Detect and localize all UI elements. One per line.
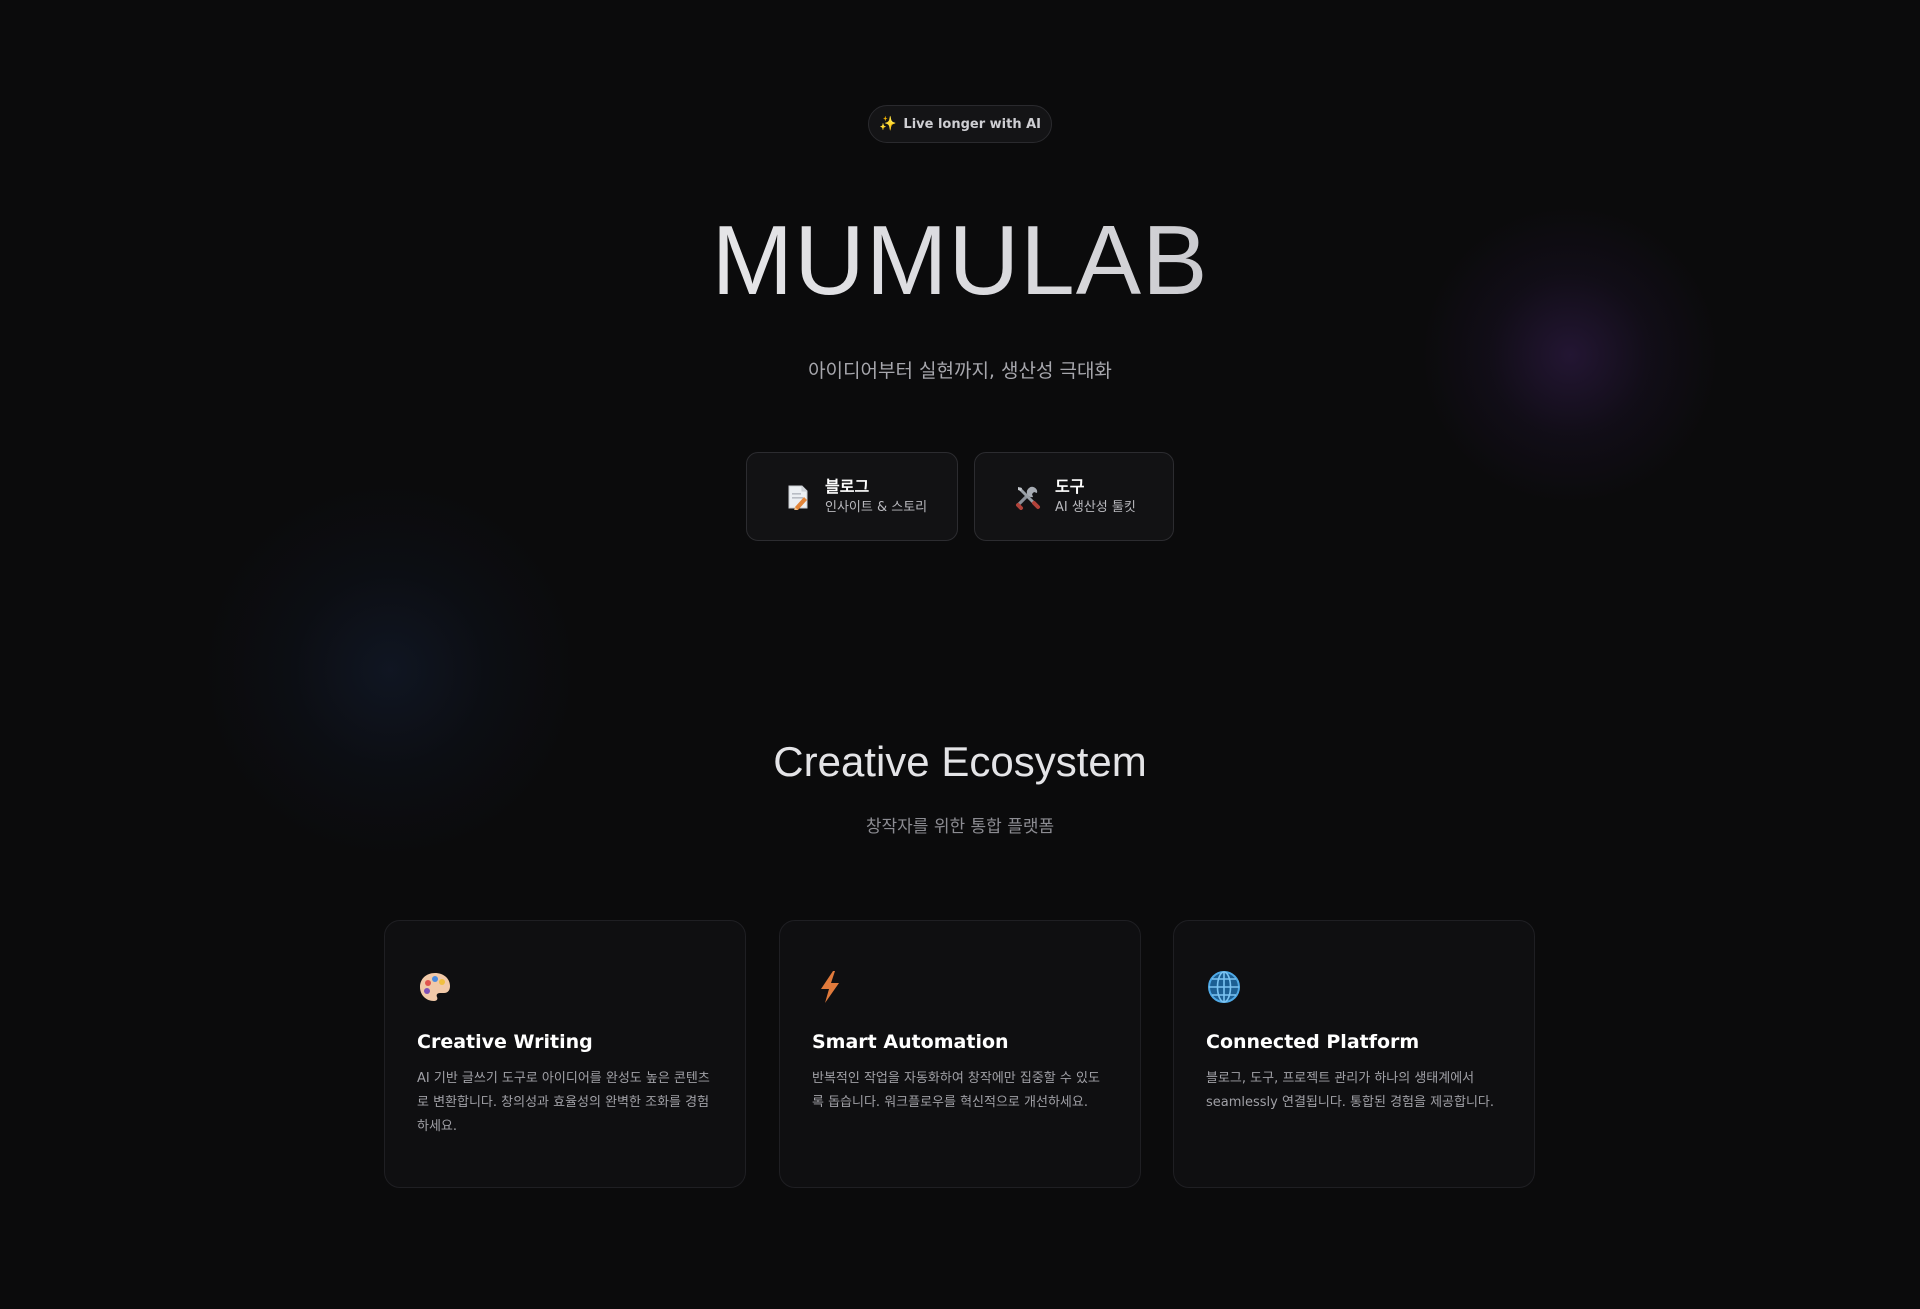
blog-button-subtitle: 인사이트 & 스토리 bbox=[825, 499, 928, 515]
ecosystem-title: Creative Ecosystem bbox=[773, 738, 1147, 785]
card-title: Smart Automation bbox=[812, 1031, 1009, 1053]
hero-tagline: 아이디어부터 실현까지, 생산성 극대화 bbox=[808, 360, 1112, 382]
brand-title: MUMULAB bbox=[0, 195, 1920, 325]
tools-button[interactable]: 도구 AI 생산성 툴킷 bbox=[974, 452, 1174, 541]
document-icon bbox=[785, 484, 811, 510]
tools-icon bbox=[1015, 484, 1041, 510]
ecosystem-subtitle: 창작자를 위한 통합 플랫폼 bbox=[865, 817, 1055, 837]
blog-button[interactable]: 블로그 인사이트 & 스토리 bbox=[746, 452, 958, 541]
palette-icon bbox=[417, 969, 453, 1005]
card-title: Connected Platform bbox=[1206, 1031, 1420, 1053]
badge-label: Live longer with AI bbox=[903, 116, 1042, 132]
card-description: 블로그, 도구, 프로젝트 관리가 하나의 생태계에서 seamlessly 연… bbox=[1206, 1071, 1495, 1110]
globe-icon bbox=[1206, 969, 1242, 1005]
tools-button-subtitle: AI 생산성 툴킷 bbox=[1055, 499, 1136, 515]
blog-button-title: 블로그 bbox=[825, 476, 870, 496]
sparkle-icon: ✨ bbox=[878, 116, 897, 132]
feature-card-connected-platform: Connected Platform 블로그, 도구, 프로젝트 관리가 하나의… bbox=[1173, 920, 1535, 1188]
feature-card-creative-writing: Creative Writing AI 기반 글쓰기 도구로 아이디어를 완성도… bbox=[384, 920, 746, 1188]
tools-button-title: 도구 bbox=[1055, 476, 1085, 496]
blue-glow-decoration bbox=[200, 480, 580, 860]
card-description: 반복적인 작업을 자동화하여 창작에만 집중할 수 있도록 돕습니다. 워크플로… bbox=[812, 1071, 1100, 1110]
page: ✨ Live longer with AI MUMULAB 아이디어부터 실현까… bbox=[0, 0, 1920, 1309]
badge-pill: ✨ Live longer with AI bbox=[868, 105, 1052, 143]
card-description: AI 기반 글쓰기 도구로 아이디어를 완성도 높은 콘텐츠로 변환합니다. 창… bbox=[417, 1071, 710, 1134]
feature-card-smart-automation: Smart Automation 반복적인 작업을 자동화하여 창작에만 집중할… bbox=[779, 920, 1141, 1188]
card-title: Creative Writing bbox=[417, 1031, 593, 1053]
lightning-icon bbox=[812, 969, 848, 1005]
